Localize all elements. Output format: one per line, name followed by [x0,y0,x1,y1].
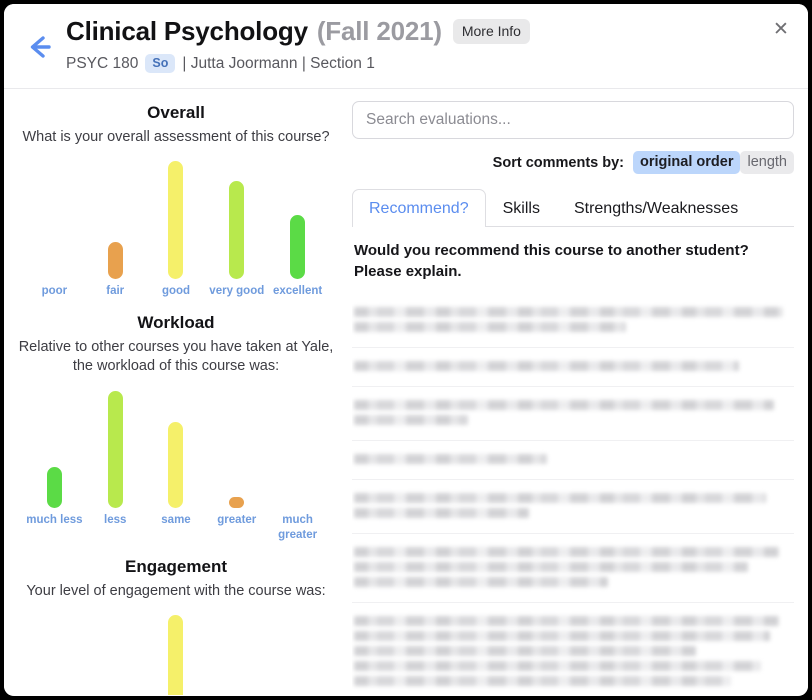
course-meta: PSYC 180 So | Jutta Joormann | Section 1 [66,54,748,73]
redacted-text-line [354,561,749,572]
redacted-text-line [354,546,779,557]
comment-item [352,603,794,695]
ratings-panel: Overall What is your overall assessment o… [4,89,348,695]
sort-label: Sort comments by: [492,154,625,171]
bar-column [24,607,85,695]
bar [107,390,123,508]
comment-item [352,441,794,480]
redacted-text-line [354,576,609,587]
redacted-text-line [354,306,784,317]
title-row: Clinical Psychology (Fall 2021) More Inf… [66,16,748,47]
comment-item [352,387,794,441]
sort-option-length[interactable]: length [740,151,794,174]
bar-column [24,383,85,508]
course-evaluation-modal: ✕ Clinical Psychology (Fall 2021) More I… [4,4,808,696]
chart-title: Workload [137,312,215,332]
tab-skills[interactable]: Skills [486,189,557,227]
redacted-text-line [354,492,766,503]
bar [290,215,306,279]
comment-item [352,480,794,534]
bar-column [85,607,146,695]
course-term: (Fall 2021) [316,16,442,46]
bar-label: same [161,513,191,526]
bar-column [206,607,267,695]
bar-label: less [104,513,127,526]
chart-engagement: Engagement Your level of engagement with … [12,543,340,695]
comment-item [352,348,794,387]
instructor-section: | Jutta Joormann | Section 1 [182,54,375,72]
bar-label: very good [209,284,265,297]
bar [168,161,184,279]
bar [229,496,245,508]
chart-title: Engagement [124,556,228,576]
comment-item [352,534,794,603]
bar-column [24,154,85,279]
redacted-text-line [354,630,771,641]
redacted-text-line [354,507,530,518]
bar [168,422,184,508]
modal-header: ✕ Clinical Psychology (Fall 2021) More I… [4,4,808,89]
bar-label: poor [41,284,68,297]
redacted-text-line [354,453,547,464]
bar [46,467,62,508]
bar-label: much less [26,513,83,526]
redacted-text-line [354,615,779,626]
skills-badge[interactable]: So [145,54,176,73]
bar-column [85,154,146,279]
bar-column [85,383,146,508]
bar-column [206,154,267,279]
evaluations-panel: Sort comments by: original order length … [348,89,808,695]
bar [168,614,184,695]
bar-column [206,383,267,508]
page-title: Clinical Psychology [66,16,308,46]
bar-column [267,383,328,508]
redacted-text-line [354,675,731,686]
charts-container: Overall What is your overall assessment o… [12,89,340,695]
redacted-text-line [354,660,762,671]
evaluation-tabs: Recommend? Skills Strengths/Weaknesses [352,188,794,227]
tab-recommend[interactable]: Recommend? [352,189,486,227]
chart-bars [12,154,340,279]
bar-column [267,607,328,695]
bar [229,180,245,279]
search-input[interactable] [352,101,794,139]
redacted-text-line [354,360,740,371]
modal-body: Overall What is your overall assessment o… [4,89,808,695]
bar-label: fair [106,284,125,297]
redacted-text-line [354,399,775,410]
chart-subtitle: Your level of engagement with the course… [26,582,326,599]
chart-bars [12,383,340,508]
bar-label: good [161,284,191,297]
sort-option-original-order[interactable]: original order [633,151,741,174]
tab-strengths-weaknesses[interactable]: Strengths/Weaknesses [557,189,755,227]
bar [107,241,123,279]
redacted-text-line [354,414,468,425]
bar-column [146,607,207,695]
question-prompt: Would you recommend this course to anoth… [354,242,749,281]
bar-label: much greater [278,513,318,541]
bar-label: excellent [272,284,323,297]
course-code: PSYC 180 [66,54,139,72]
chart-subtitle: What is your overall assessment of this … [22,129,330,145]
chart-category-labels: much less less same greater much greater [12,513,340,543]
bar-label: greater [217,513,257,526]
comment-list [352,294,794,695]
chart-category-labels: poor fair good very good excellent [12,284,340,299]
chart-title: Overall [147,103,205,122]
comment-item [352,294,794,348]
chart-subtitle: Relative to other courses you have taken… [18,338,334,375]
chart-overall: Overall What is your overall assessment o… [12,89,340,299]
bar-column [267,154,328,279]
header-title-block: Clinical Psychology (Fall 2021) More Inf… [66,16,748,73]
redacted-text-line [354,321,626,332]
more-info-button[interactable]: More Info [452,19,530,44]
bar-column [146,154,207,279]
redacted-text-line [354,645,696,656]
back-arrow-icon[interactable] [22,32,56,62]
chart-bars [12,607,340,695]
chart-workload: Workload Relative to other courses you ha… [12,299,340,543]
close-icon[interactable]: ✕ [768,16,794,42]
sort-controls: Sort comments by: original order length [352,151,794,174]
bar-column [146,383,207,508]
